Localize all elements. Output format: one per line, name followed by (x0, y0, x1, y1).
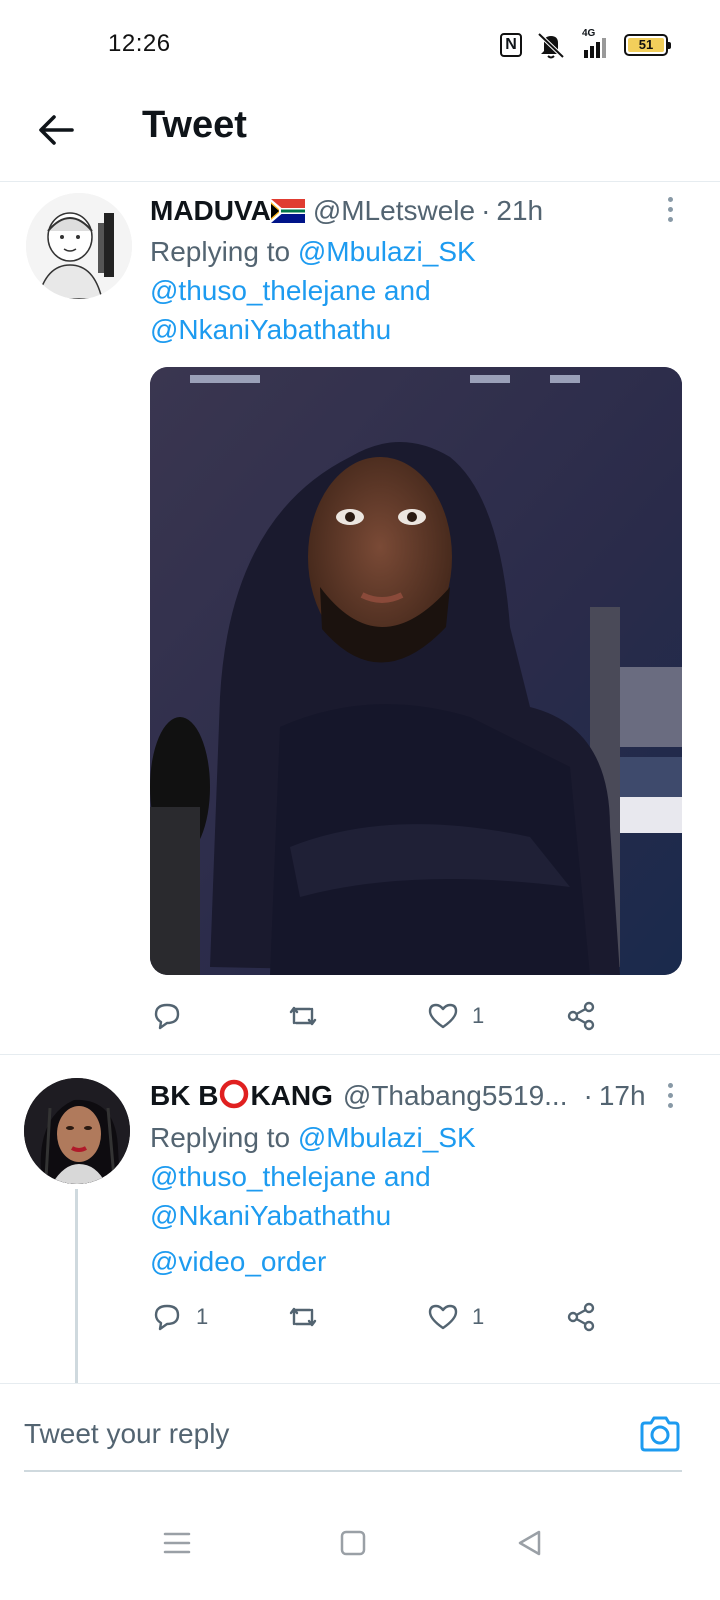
more-options-icon[interactable] (660, 197, 680, 222)
mention-link[interactable]: @Mbulazi_SK (298, 1122, 476, 1153)
retweet-icon (289, 1006, 317, 1026)
handle[interactable]: @MLetswele (313, 195, 475, 227)
like-button[interactable]: 1 (426, 1297, 484, 1337)
reply-count: 1 (196, 1304, 209, 1329)
display-name[interactable]: MADUVA (150, 195, 271, 227)
tweet-photo[interactable] (150, 367, 682, 975)
nfc-icon: N (500, 33, 522, 57)
page-title: Tweet (142, 104, 247, 146)
replying-prefix: Replying to (150, 1122, 298, 1153)
south-africa-flag-icon (270, 199, 305, 223)
tweet-body: @video_order (150, 1242, 326, 1281)
system-nav-bar (0, 1495, 720, 1600)
display-name[interactable]: BK B KANG (150, 1079, 333, 1112)
reply-input[interactable] (24, 1412, 614, 1456)
back-nav-button[interactable] (510, 1523, 550, 1563)
battery-icon: 51 (624, 34, 671, 56)
camera-icon (640, 1416, 680, 1452)
and-text: and (376, 1161, 431, 1192)
replying-to: Replying to @Mbulazi_SK @thuso_thelejane… (150, 1118, 476, 1235)
retweet-icon (289, 1307, 317, 1327)
home-button[interactable] (333, 1523, 373, 1563)
tweet-header: MADUVA @MLetswele · 21h (150, 195, 543, 227)
camera-button[interactable] (638, 1412, 682, 1456)
display-name-part: BK B (150, 1080, 219, 1111)
timestamp[interactable]: 21h (496, 195, 543, 227)
separator: · (481, 195, 491, 226)
composer-underline (24, 1470, 682, 1472)
share-icon (567, 1302, 595, 1332)
status-icons: N 4G 51 (500, 28, 671, 60)
back-triangle-icon (518, 1530, 541, 1556)
heart-icon (428, 1304, 458, 1330)
mention-link[interactable]: @NkaniYabathathu (150, 1200, 391, 1231)
like-button[interactable]: 1 (426, 996, 484, 1036)
avatar[interactable] (26, 193, 132, 299)
like-count: 1 (472, 1304, 485, 1329)
reply-composer (0, 1383, 720, 1495)
avatar[interactable] (24, 1078, 130, 1184)
and-text: and (376, 275, 431, 306)
red-circle-icon (220, 1079, 249, 1109)
mention-link[interactable]: @Mbulazi_SK (298, 236, 476, 267)
mention-link[interactable]: @NkaniYabathathu (150, 314, 391, 345)
like-count: 1 (472, 1003, 485, 1028)
reply-icon (154, 1304, 180, 1331)
avatar-sketch-image (26, 193, 132, 299)
share-button[interactable] (564, 1297, 598, 1337)
reply-button[interactable] (150, 996, 196, 1036)
status-bar: 12:26 N 4G 51 (0, 0, 720, 90)
menu-button[interactable] (157, 1523, 197, 1563)
replying-to: Replying to @Mbulazi_SK @thuso_thelejane… (150, 232, 476, 349)
tweet-actions: 1 1 (150, 1297, 620, 1337)
tweet-bk-bokang[interactable]: BK B KANG @Thabang5519... · 17h Replying … (0, 1055, 720, 1383)
timestamp[interactable]: 17h (599, 1080, 646, 1112)
tweet-header: BK B KANG @Thabang5519... · 17h (150, 1079, 646, 1112)
header: Tweet (0, 90, 720, 182)
share-button[interactable] (564, 996, 598, 1036)
replying-prefix: Replying to (150, 236, 298, 267)
tweet-actions: 1 (150, 996, 620, 1036)
mention-link[interactable]: @thuso_thelejane (150, 1161, 376, 1192)
retweet-button[interactable] (286, 1297, 332, 1337)
tweet-maduva[interactable]: MADUVA @MLetswele · 21h Replying to @Mbu… (0, 183, 720, 1054)
reply-button[interactable]: 1 (150, 1297, 208, 1337)
battery-level: 51 (628, 38, 664, 52)
back-button[interactable] (34, 108, 78, 152)
mute-icon (537, 32, 565, 59)
body-mention-link[interactable]: @video_order (150, 1246, 326, 1277)
status-time: 12:26 (108, 30, 171, 57)
mention-link[interactable]: @thuso_thelejane (150, 275, 376, 306)
more-options-icon[interactable] (660, 1083, 680, 1108)
photo-man-in-hoodie (150, 367, 682, 975)
arrow-left-icon (39, 115, 74, 145)
avatar-photo-woman (24, 1078, 130, 1184)
display-name-part: KANG (250, 1080, 333, 1111)
separator: · (583, 1080, 593, 1111)
thread-line (75, 1189, 78, 1383)
retweet-button[interactable] (286, 996, 332, 1036)
handle[interactable]: @Thabang5519... (343, 1080, 568, 1112)
share-icon (567, 1001, 595, 1031)
menu-icon (163, 1532, 191, 1554)
heart-icon (428, 1003, 458, 1029)
signal-icon: 4G (580, 28, 610, 58)
home-square-icon (340, 1530, 366, 1556)
reply-icon (154, 1003, 180, 1030)
